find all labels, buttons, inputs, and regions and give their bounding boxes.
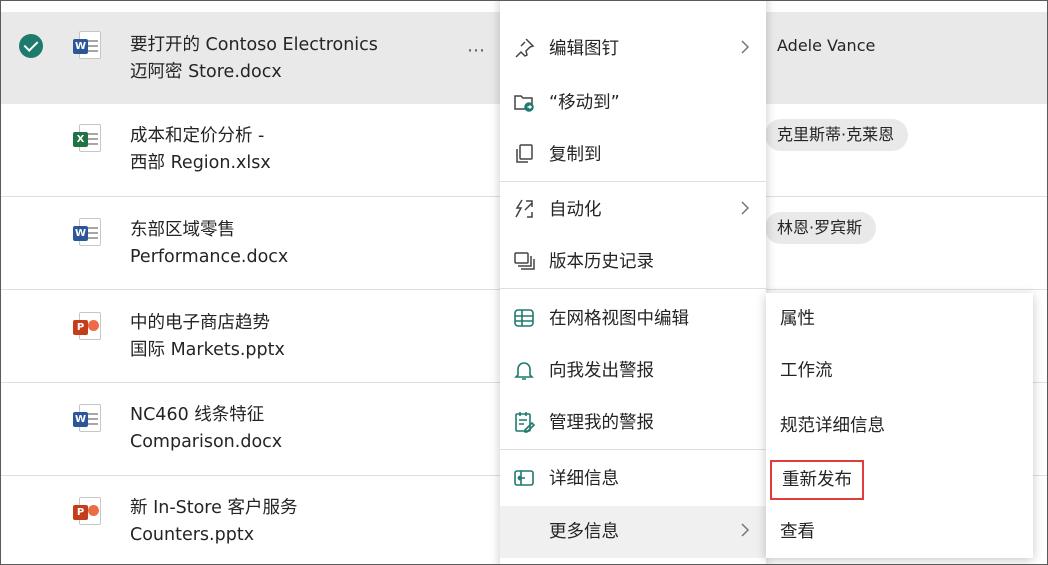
menu-item-label: 在网格视图中编辑 <box>549 309 689 329</box>
chevron-right-icon <box>741 40 750 54</box>
submenu-item-label: 属性 <box>780 309 815 329</box>
excel-file-icon: X <box>73 124 103 154</box>
file-owner: 林恩·罗宾斯 <box>765 212 877 244</box>
manage-alerts-icon <box>515 412 536 433</box>
submenu-item-republish[interactable]: 重新发布 <box>766 453 1033 505</box>
menu-item-copy-to[interactable]: 复制到 <box>500 129 766 181</box>
file-name[interactable]: NC460 线条特征 Comparison.docx <box>130 402 282 456</box>
menu-item-edit-pin[interactable]: 编辑图钉 <box>500 23 766 75</box>
more-submenu: 属性 工作流 规范详细信息 重新发布 查看 <box>766 293 1033 558</box>
submenu-item-view[interactable]: 查看 <box>766 506 1033 558</box>
menu-item-label: 版本历史记录 <box>549 252 654 272</box>
menu-item-label: 复制到 <box>549 145 602 165</box>
menu-item-label: “移动到” <box>549 93 620 113</box>
pin-icon <box>515 38 535 58</box>
file-name[interactable]: 中的电子商店趋势 国际 Markets.pptx <box>130 310 285 364</box>
menu-item-more[interactable]: 更多信息 <box>500 506 766 558</box>
chevron-right-icon <box>741 523 750 537</box>
file-name[interactable]: 东部区域零售 Performance.docx <box>130 217 288 271</box>
menu-item-label: 编辑图钉 <box>549 39 619 59</box>
word-file-icon: W <box>73 404 103 434</box>
file-name[interactable]: 要打开的 Contoso Electronics 迈阿密 Store.docx <box>130 32 378 86</box>
menu-item-move-to[interactable]: “移动到” <box>500 77 766 129</box>
submenu-item-label: 重新发布 <box>770 460 864 500</box>
more-actions-icon[interactable]: ⋯ <box>467 40 486 61</box>
bell-icon <box>514 362 534 380</box>
menu-item-details[interactable]: 详细信息 <box>500 453 766 505</box>
menu-divider <box>500 288 766 289</box>
chevron-right-icon <box>741 201 750 215</box>
menu-item-alert-me[interactable]: 向我发出警报 <box>500 345 766 397</box>
file-name[interactable]: 成本和定价分析 - 西部 Region.xlsx <box>130 123 271 177</box>
file-name[interactable]: 新 In-Store 客户服务 Counters.pptx <box>130 495 297 549</box>
submenu-item-label: 查看 <box>780 522 815 542</box>
powerpoint-file-icon: P <box>73 497 103 527</box>
selected-check-icon[interactable] <box>19 34 43 58</box>
document-library: W 要打开的 Contoso Electronics 迈阿密 Store.docx… <box>0 0 1048 565</box>
menu-divider <box>500 449 766 450</box>
menu-item-label: 管理我的警报 <box>549 413 654 433</box>
submenu-item-label: 规范详细信息 <box>780 416 885 436</box>
menu-item-label: 详细信息 <box>549 469 619 489</box>
menu-item-label: 向我发出警报 <box>549 361 654 381</box>
menu-item-version-history[interactable]: 版本历史记录 <box>500 236 766 288</box>
menu-item-automate[interactable]: 自动化 <box>500 184 766 236</box>
details-icon <box>514 470 534 486</box>
automate-icon <box>515 199 533 218</box>
copy-icon <box>516 144 533 163</box>
file-owner: 克里斯蒂·克莱恩 <box>765 119 909 151</box>
powerpoint-file-icon: P <box>73 312 103 342</box>
move-folder-icon <box>514 95 534 112</box>
submenu-item-workflow[interactable]: 工作流 <box>766 345 1033 397</box>
grid-icon <box>514 309 534 327</box>
menu-item-label: 自动化 <box>549 200 602 220</box>
menu-item-manage-alerts[interactable]: 管理我的警报 <box>500 397 766 449</box>
menu-item-edit-grid-view[interactable]: 在网格视图中编辑 <box>500 293 766 345</box>
submenu-item-label: 工作流 <box>780 361 833 381</box>
menu-divider <box>500 181 766 182</box>
word-file-icon: W <box>73 31 103 61</box>
word-file-icon: W <box>73 218 103 248</box>
version-history-icon <box>514 252 535 270</box>
submenu-item-compliance-details[interactable]: 规范详细信息 <box>766 400 1033 452</box>
context-menu: 编辑图钉 “移动到” 复制到 自动化 版本历史记录 在网格视图中编辑 向我发出警… <box>500 1 766 564</box>
submenu-item-properties[interactable]: 属性 <box>766 293 1033 345</box>
file-owner: Adele Vance <box>777 36 876 55</box>
menu-item-label: 更多信息 <box>549 522 619 542</box>
